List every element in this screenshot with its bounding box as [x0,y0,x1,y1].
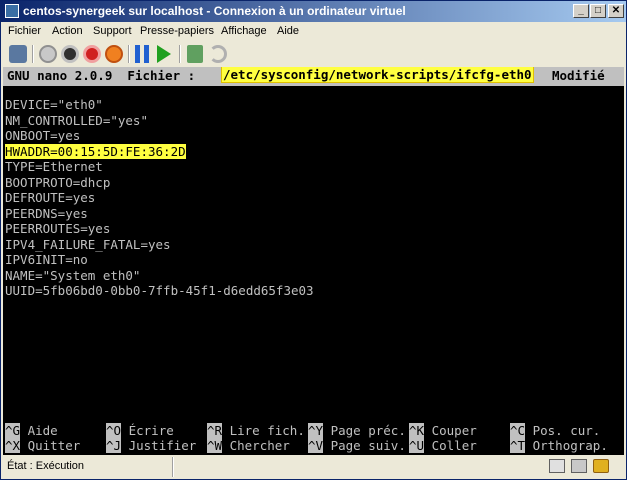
toolbar-separator [32,45,34,63]
menu-fichier[interactable]: Fichier [8,25,41,37]
vm-connection-window: centos-synergeek sur localhost - Connexi… [0,0,627,480]
power-icon[interactable] [105,45,123,63]
ctrl-alt-del-icon[interactable] [9,45,27,63]
menu-bar: Fichier Action Support Presse-papiers Af… [1,22,626,41]
snapshot-icon[interactable] [187,45,203,63]
file-line: PEERROUTES=yes [5,221,111,236]
pause-icon[interactable] [135,45,149,63]
nano-title-bar: GNU nano 2.0.9 Fichier : /etc/sysconfig/… [3,67,624,86]
shortcut-orthographe: ^T Orthograp. [510,438,608,453]
toolbar-separator [128,45,130,63]
nano-file-path: /etc/sysconfig/network-scripts/ifcfg-eth… [221,67,534,83]
shortcut-coller: ^U Coller [409,438,477,453]
file-line: NM_CONTROLLED="yes" [5,112,148,128]
window-title: centos-synergeek sur localhost - Connexi… [23,4,406,18]
maximize-button[interactable]: □ [590,4,606,18]
shortcut-page-precedente: ^Y Page préc. [308,423,406,438]
shutdown-icon[interactable] [83,45,101,63]
shortcut-lire-fichier: ^R Lire fich. [207,423,305,438]
menu-action[interactable]: Action [52,25,83,37]
status-text: État : Exécution [7,460,85,472]
shortcut-chercher: ^W Chercher [207,438,290,453]
toolbar [1,41,626,67]
revert-icon[interactable] [209,45,227,63]
shortcut-couper: ^K Couper [409,423,477,438]
toolbar-separator [179,45,181,63]
file-line: UUID=5fb06bd0-0bb0-7ffb-45f1-d6edd65f3e0… [5,283,314,298]
lock-icon [593,459,609,473]
file-line: ONBOOT=yes [5,128,81,143]
resume-icon[interactable] [157,45,171,63]
file-line: IPV6INIT=no [5,252,88,267]
shortcut-aide: ^G Aide [5,423,58,438]
file-line: NAME="System eth0" [5,267,141,283]
menu-aide[interactable]: Aide [277,25,299,37]
mouse-icon [571,459,587,473]
start-icon[interactable] [39,45,57,63]
title-bar[interactable]: centos-synergeek sur localhost - Connexi… [1,1,626,22]
terminal-screen[interactable]: GNU nano 2.0.9 Fichier : /etc/sysconfig/… [3,67,624,455]
file-line: BOOTPROTO=dhcp [5,174,111,190]
shortcut-page-suivante: ^V Page suiv. [308,438,406,453]
menu-affichage[interactable]: Affichage [221,25,267,37]
status-bar: État : Exécution [1,455,626,479]
file-line: DEFROUTE=yes [5,190,96,205]
menu-presse-papiers[interactable]: Presse-papiers [140,25,214,37]
file-line-hwaddr: HWADDR=00:15:5D:FE:36:2D [5,143,186,159]
file-line: IPV4_FAILURE_FATAL=yes [5,236,171,252]
menu-support[interactable]: Support [93,25,132,37]
status-divider [172,457,174,477]
minimize-button[interactable]: _ [573,4,589,18]
file-line: PEERDNS=yes [5,205,88,221]
nano-app-name: GNU nano 2.0.9 Fichier : [7,68,196,83]
turn-off-icon[interactable] [61,45,79,63]
shortcut-quitter: ^X Quitter [5,438,81,453]
file-line: TYPE=Ethernet [5,159,103,174]
keyboard-icon [549,459,565,473]
shortcut-position-curseur: ^C Pos. cur. [510,423,601,438]
vm-window-icon [5,4,19,18]
close-button[interactable]: ✕ [608,4,624,18]
file-line: DEVICE="eth0" [5,97,103,112]
nano-modified-flag: Modifié [552,68,605,83]
shortcut-ecrire: ^O Écrire [106,423,174,438]
shortcut-justifier: ^J Justifier [106,438,197,453]
